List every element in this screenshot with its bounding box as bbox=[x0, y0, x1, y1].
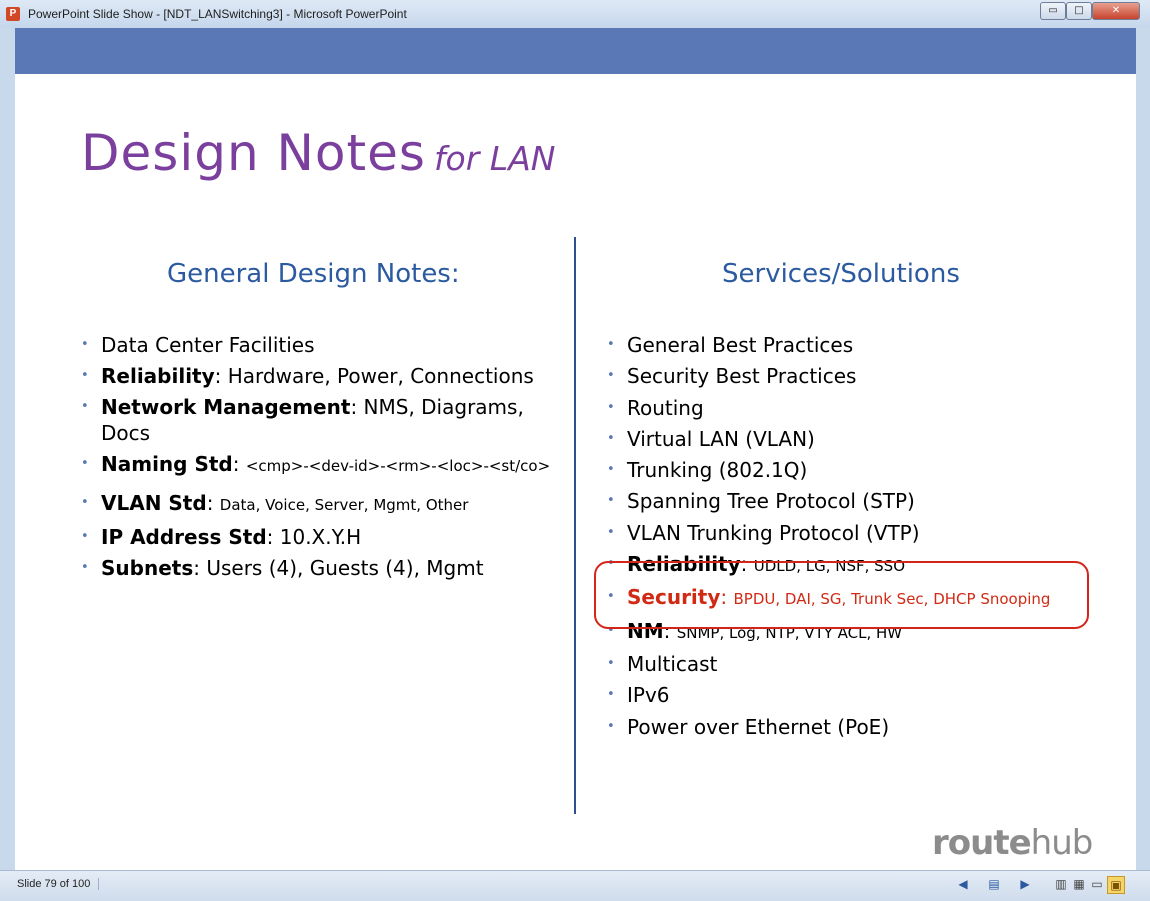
security-highlight-box bbox=[594, 561, 1089, 629]
left-bullet-list: Data Center Facilities Reliability: Hard… bbox=[81, 332, 551, 581]
list-item: Naming Std: <cmp>-<dev-id>-<rm>-<loc>-<s… bbox=[81, 451, 551, 479]
list-item: Spanning Tree Protocol (STP) bbox=[607, 488, 1107, 514]
slide-sorter-icon[interactable]: ▦ bbox=[1071, 876, 1087, 892]
close-button[interactable]: ✕ bbox=[1092, 2, 1140, 20]
right-bullet-list: General Best Practices Security Best Pra… bbox=[607, 332, 1107, 740]
minimize-button[interactable]: ▭ bbox=[1040, 2, 1066, 20]
list-item: VLAN Trunking Protocol (VTP) bbox=[607, 520, 1107, 546]
list-item: Trunking (802.1Q) bbox=[607, 457, 1107, 483]
next-slide-icon[interactable]: ▶ bbox=[1017, 876, 1033, 892]
previous-slide-icon[interactable]: ◀ bbox=[955, 876, 971, 892]
left-column-heading: General Design Notes: bbox=[167, 259, 460, 289]
list-item: VLAN Std: Data, Voice, Server, Mgmt, Oth… bbox=[81, 490, 551, 518]
list-item: Power over Ethernet (PoE) bbox=[607, 714, 1107, 740]
normal-view-icon[interactable]: ▥ bbox=[1053, 876, 1069, 892]
powerpoint-app-icon[interactable]: P bbox=[6, 7, 20, 21]
list-item: IPv6 bbox=[607, 682, 1107, 708]
list-item: IP Address Std: 10.X.Y.H bbox=[81, 524, 551, 550]
status-bar: Slide 79 of 100 ◀ ▤ ▶ ▥ ▦ ▭ ▣ bbox=[0, 870, 1150, 901]
column-divider bbox=[574, 237, 576, 814]
window-frame-right bbox=[1136, 28, 1150, 870]
list-item: Data Center Facilities bbox=[81, 332, 551, 358]
title-bar: P PowerPoint Slide Show - [NDT_LANSwitch… bbox=[0, 0, 1150, 29]
list-item: Network Management: NMS, Diagrams, Docs bbox=[81, 394, 551, 446]
maximize-button[interactable]: □ bbox=[1066, 2, 1092, 20]
list-item: General Best Practices bbox=[607, 332, 1107, 358]
slideshow-view-icon[interactable]: ▣ bbox=[1107, 876, 1125, 894]
slide-header-banner bbox=[15, 28, 1136, 74]
reading-view-icon[interactable]: ▭ bbox=[1089, 876, 1105, 892]
window-frame-left bbox=[0, 28, 15, 870]
list-item: Reliability: Hardware, Power, Connection… bbox=[81, 363, 551, 389]
list-item: Security Best Practices bbox=[607, 363, 1107, 389]
slide-title-sub: for LAN bbox=[433, 139, 556, 178]
slide-counter: Slide 79 of 100 bbox=[17, 878, 100, 890]
right-column-heading: Services/Solutions bbox=[722, 259, 960, 289]
list-item: Routing bbox=[607, 395, 1107, 421]
list-item: Subnets: Users (4), Guests (4), Mgmt bbox=[81, 555, 551, 581]
slide-canvas[interactable]: Design Notes for LAN General Design Notes… bbox=[15, 28, 1136, 870]
list-item: Multicast bbox=[607, 651, 1107, 677]
routehub-logo: routehub bbox=[932, 823, 1093, 863]
slide-title: Design Notes for LAN bbox=[81, 124, 555, 182]
window-title: PowerPoint Slide Show - [NDT_LANSwitchin… bbox=[28, 7, 407, 21]
list-item: Virtual LAN (VLAN) bbox=[607, 426, 1107, 452]
notes-icon[interactable]: ▤ bbox=[986, 876, 1002, 892]
slide-title-main: Design Notes bbox=[81, 124, 426, 182]
